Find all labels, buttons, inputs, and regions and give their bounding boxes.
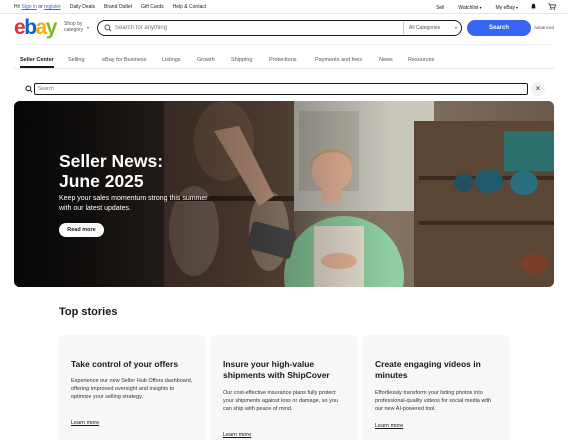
story-title: Take control of your offers <box>71 359 179 369</box>
chevron-down-icon: ▾ <box>515 4 518 10</box>
divider <box>14 44 554 45</box>
read-more-button[interactable]: Read more <box>59 223 104 237</box>
hero-title: Seller News: June 2025 <box>59 151 164 191</box>
search-button[interactable]: Search <box>467 20 531 36</box>
category-select[interactable]: All Categories ▾ <box>403 22 461 34</box>
learn-more-link[interactable]: Learn more <box>71 420 99 426</box>
register-link[interactable]: register <box>44 4 61 10</box>
story-title: Insure your high-value shipments with Sh… <box>223 359 330 380</box>
hero-banner: Seller News: June 2025 Keep your sales m… <box>14 101 554 287</box>
gift-cards-link[interactable]: Gift Cards <box>141 4 164 10</box>
nav-item-payments-and-fees[interactable]: Payments and fees <box>315 57 362 63</box>
chevron-down-icon: ▾ <box>87 25 90 30</box>
help-contact-link[interactable]: Help & Contact <box>173 4 207 10</box>
story-body: Experience our new Seller Hub Offers das… <box>71 378 193 400</box>
story-card-offers[interactable]: Take control of your offers Experience o… <box>59 335 205 440</box>
nav-item-resources[interactable]: Resources <box>408 57 434 63</box>
nav-item-selling[interactable]: Selling <box>68 57 85 63</box>
nav-item-listings[interactable]: Listings <box>162 57 181 63</box>
search-input[interactable] <box>115 23 395 33</box>
ebay-logo[interactable]: ebay <box>14 16 57 40</box>
learn-more-link[interactable]: Learn more <box>375 423 403 429</box>
nav-item-ebay-for-business[interactable]: eBay for Business <box>102 57 146 63</box>
search-icon <box>25 85 33 93</box>
chevron-down-icon: ▾ <box>454 25 457 30</box>
story-card-shipcover[interactable]: Insure your high-value shipments with Sh… <box>211 335 357 440</box>
sign-in-link[interactable]: Sign in <box>22 4 37 10</box>
story-card-videos[interactable]: Create engaging videos in minutes Effort… <box>363 335 509 440</box>
cart-icon[interactable] <box>548 3 557 12</box>
search-icon <box>104 24 112 32</box>
hero-subtitle: Keep your sales momentum strong this sum… <box>59 195 208 212</box>
divider <box>14 68 554 69</box>
seller-center-search-input[interactable] <box>34 83 528 95</box>
nav-item-shipping[interactable]: Shipping <box>231 57 252 63</box>
brand-outlet-link[interactable]: Brand Outlet <box>104 4 132 10</box>
nav-item-protections[interactable]: Protections <box>269 57 297 63</box>
nav-item-growth[interactable]: Growth <box>197 57 215 63</box>
greeting: Hi! Sign in or register <box>14 4 61 10</box>
notification-bell-icon[interactable] <box>530 3 537 12</box>
top-stories-heading: Top stories <box>59 306 118 318</box>
chevron-down-icon: ▾ <box>479 4 482 10</box>
nav-item-seller-center[interactable]: Seller Center <box>20 57 54 63</box>
advanced-search-link[interactable]: Advanced <box>534 25 554 30</box>
watchlist-link[interactable]: Watchlist▾ <box>458 5 481 11</box>
story-body: Effortlessly transform your listing phot… <box>375 390 492 412</box>
learn-more-link[interactable]: Learn more <box>223 432 251 438</box>
story-title: Create engaging videos in minutes <box>375 359 481 380</box>
shop-by-category-button[interactable]: Shop by category ▾ <box>64 21 89 33</box>
sell-link[interactable]: Sell <box>436 5 444 11</box>
daily-deals-link[interactable]: Daily Deals <box>70 4 95 10</box>
nav-item-news[interactable]: News <box>379 57 393 63</box>
main-search-bar: All Categories ▾ <box>97 20 462 36</box>
close-icon[interactable]: × <box>531 82 545 96</box>
my-ebay-link[interactable]: My eBay▾ <box>496 5 518 11</box>
story-body: Our cost-effective insurance plans fully… <box>223 390 338 412</box>
top-utility-bar: Hi! Sign in or register Daily Deals Bran… <box>0 0 568 14</box>
